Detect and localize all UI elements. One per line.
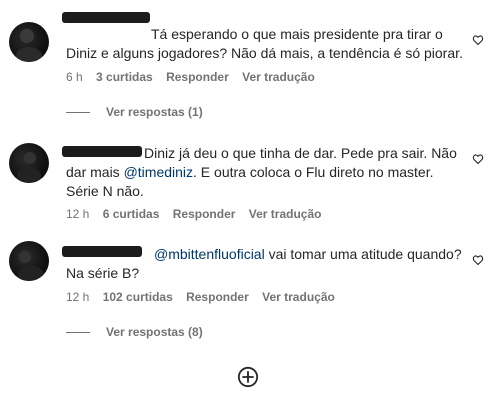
redacted-username [62, 12, 150, 23]
timestamp[interactable]: 12 h [66, 207, 89, 221]
user-mention-link[interactable]: @timediniz [124, 164, 193, 180]
comment-body: Tá esperando o que mais presidente pra t… [66, 26, 463, 61]
replies-divider [66, 112, 90, 114]
reply-button[interactable]: Responder [186, 290, 249, 304]
comment-text: Diniz já deu o que tinha de dar. Pede pr… [66, 144, 466, 201]
reply-button[interactable]: Responder [166, 70, 229, 84]
plus-circle-icon[interactable] [237, 366, 259, 388]
avatar[interactable] [9, 143, 49, 183]
comment-text: Tá esperando o que mais presidente pra t… [66, 25, 466, 63]
heart-outline-icon[interactable] [472, 34, 484, 46]
likes-count[interactable]: 6 curtidas [103, 207, 160, 221]
translate-button[interactable]: Ver tradução [242, 70, 315, 84]
comment-body: vai tomar uma atitude quando? Na série B… [66, 246, 462, 281]
translate-button[interactable]: Ver tradução [249, 207, 322, 221]
user-mention-link[interactable]: @mbittenfluoficial [154, 246, 265, 262]
view-replies-button[interactable]: Ver respostas (1) [66, 105, 203, 119]
view-replies-button[interactable]: Ver respostas (8) [66, 325, 203, 339]
heart-outline-icon[interactable] [472, 254, 484, 266]
translate-button[interactable]: Ver tradução [262, 290, 335, 304]
comment-meta: 12 h 6 curtidas Responder Ver tradução [66, 207, 331, 221]
reply-button[interactable]: Responder [173, 207, 236, 221]
view-replies-label[interactable]: Ver respostas (1) [106, 105, 203, 119]
comment-text: @mbittenfluoficial vai tomar uma atitude… [66, 245, 466, 283]
avatar[interactable] [9, 22, 49, 62]
comment-meta: 6 h 3 curtidas Responder Ver tradução [66, 70, 325, 84]
avatar[interactable] [9, 241, 49, 281]
view-replies-label[interactable]: Ver respostas (8) [106, 325, 203, 339]
heart-outline-icon[interactable] [472, 153, 484, 165]
replies-divider [66, 332, 90, 334]
likes-count[interactable]: 3 curtidas [96, 70, 153, 84]
likes-count[interactable]: 102 curtidas [103, 290, 173, 304]
comment-meta: 12 h 102 curtidas Responder Ver tradução [66, 290, 345, 304]
timestamp[interactable]: 12 h [66, 290, 89, 304]
timestamp[interactable]: 6 h [66, 70, 83, 84]
